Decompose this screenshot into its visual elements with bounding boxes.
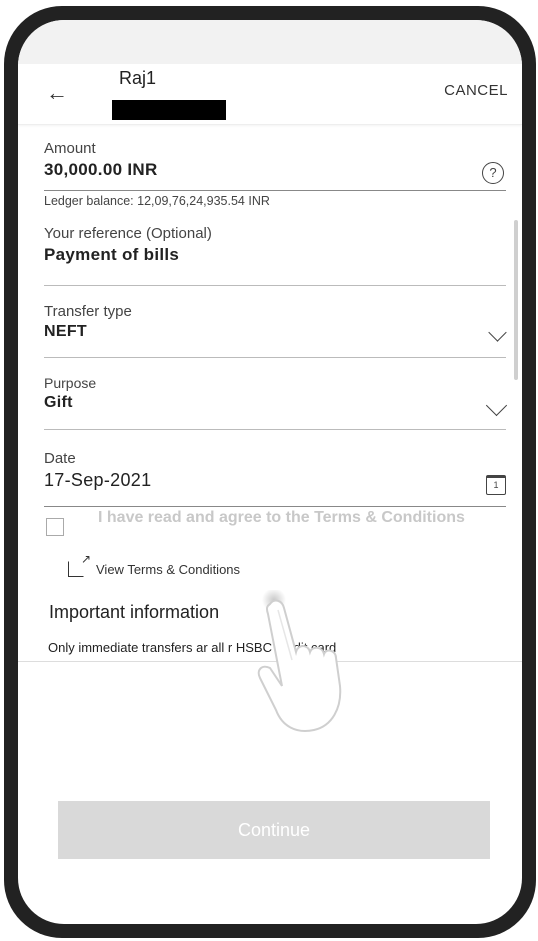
payee-name: Raj1	[119, 68, 157, 88]
date-underline	[44, 506, 506, 507]
cancel-button[interactable]: CANCEL	[444, 82, 508, 99]
transfer-type-value: NEFT	[44, 323, 87, 340]
transfer-type-underline	[44, 357, 506, 358]
calendar-icon[interactable]: 1	[486, 475, 506, 495]
continue-button[interactable]: Continue	[58, 801, 490, 859]
purpose-field[interactable]: Purpose Gift	[44, 375, 506, 412]
terms-agree-text[interactable]: I have read and agree to the Terms & Con…	[98, 508, 478, 527]
amount-value: 30,000.00 INR	[44, 160, 158, 179]
reference-value: Payment of bills	[44, 245, 180, 264]
amount-label: Amount	[44, 140, 96, 157]
back-arrow-icon[interactable]: ←	[46, 80, 68, 106]
scrollbar[interactable]	[514, 220, 518, 380]
date-value: 17-Sep-2021	[44, 470, 152, 490]
reference-label: Your reference (Optional)	[44, 225, 212, 242]
amount-field[interactable]: Amount 30,000.00 INR	[44, 140, 506, 180]
reference-field[interactable]: Your reference (Optional) Payment of bil…	[44, 225, 506, 265]
purpose-label: Purpose	[44, 375, 97, 391]
view-terms-label: View Terms & Conditions	[96, 561, 241, 577]
redacted-account-bar	[112, 100, 226, 120]
ledger-balance: Ledger balance: 12,09,76,24,935.54 INR	[44, 194, 270, 208]
terms-checkbox[interactable]	[46, 518, 64, 536]
date-label: Date	[44, 450, 76, 467]
pointing-hand-icon	[257, 590, 342, 732]
reference-underline	[44, 285, 506, 286]
amount-underline	[44, 190, 506, 191]
external-link-icon	[68, 552, 91, 577]
help-circle-icon[interactable]: ?	[482, 162, 504, 184]
date-field[interactable]: Date 17-Sep-2021	[44, 450, 506, 491]
screen: ← Raj1 CANCEL Amount 30,000.00 INR ? Led…	[18, 20, 522, 924]
transfer-type-label: Transfer type	[44, 303, 132, 320]
purpose-value: Gift	[44, 394, 73, 411]
status-bar	[18, 20, 522, 64]
view-terms-link[interactable]: View Terms & Conditions	[68, 552, 241, 577]
important-info-heading: Important information	[49, 602, 220, 622]
purpose-underline	[44, 429, 506, 430]
transfer-type-field[interactable]: Transfer type NEFT	[44, 303, 506, 341]
phone-frame: ← Raj1 CANCEL Amount 30,000.00 INR ? Led…	[4, 6, 536, 938]
app-bar: ← Raj1 CANCEL	[18, 64, 522, 125]
